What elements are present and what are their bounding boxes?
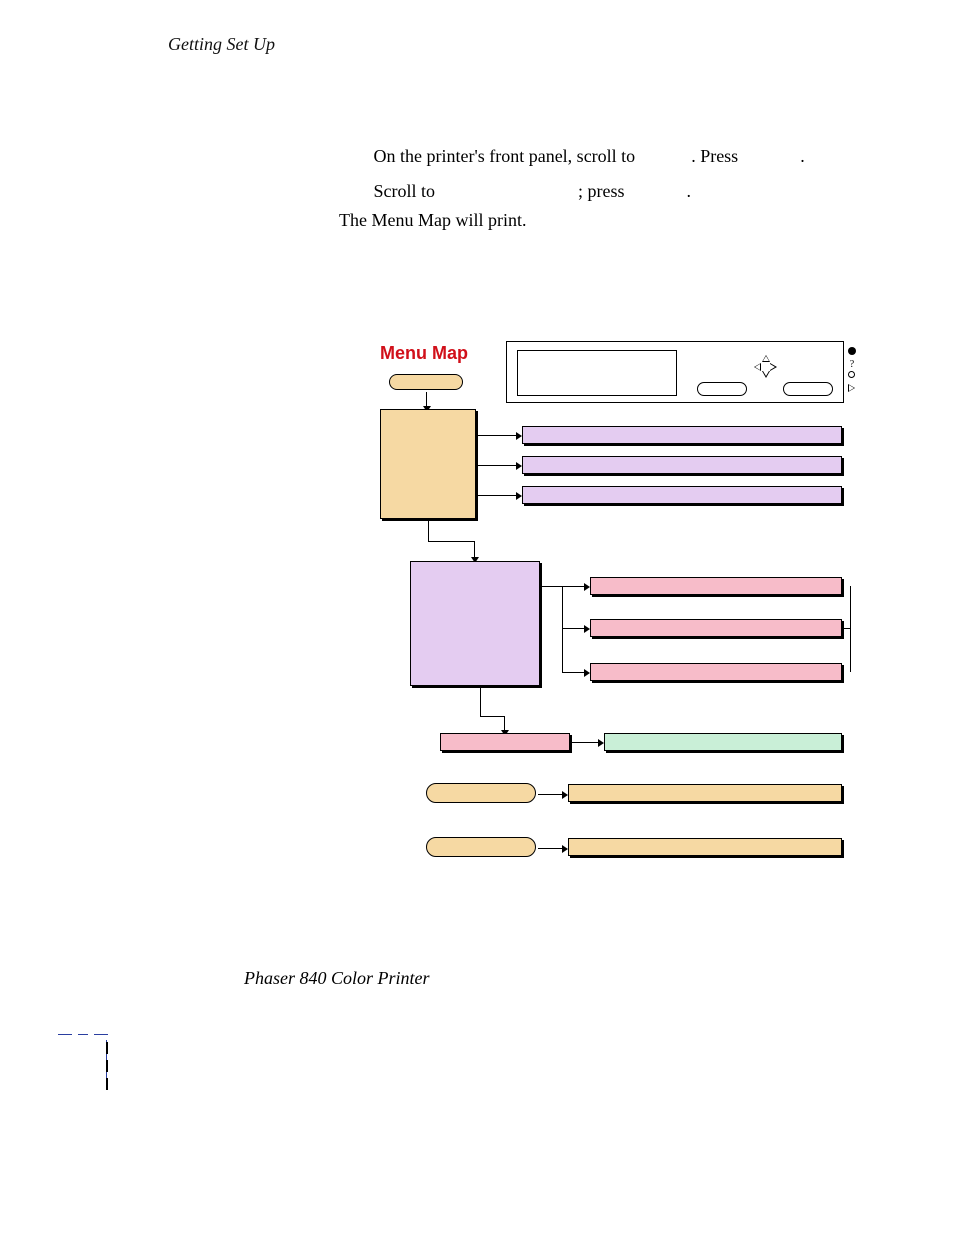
main-menu-box bbox=[380, 409, 476, 519]
action-pill bbox=[426, 837, 536, 857]
question-icon: ? bbox=[848, 361, 856, 369]
panel-button-right bbox=[783, 382, 833, 396]
diagram-title: Menu Map bbox=[380, 343, 468, 364]
step1-post: . bbox=[800, 146, 805, 166]
action-pill bbox=[426, 783, 536, 803]
dpad-icon bbox=[755, 356, 777, 378]
option-bar bbox=[590, 577, 842, 595]
action-bar bbox=[568, 784, 842, 802]
step2-print: Print Menu Map bbox=[440, 181, 574, 201]
running-head: Getting Set Up bbox=[168, 34, 275, 55]
lcd-screen bbox=[517, 350, 677, 396]
step1-pre: On the printer's front panel, scroll to bbox=[374, 146, 640, 166]
sub-menu-box bbox=[410, 561, 540, 686]
submenu-bar bbox=[522, 456, 842, 474]
step2-post: . bbox=[687, 181, 692, 201]
root-pill bbox=[389, 374, 463, 390]
instruction-list: 1. On the printer's front panel, scroll … bbox=[339, 142, 805, 212]
step-number: 2. bbox=[339, 177, 369, 206]
step-number: 1. bbox=[339, 142, 369, 171]
crop-marks-icon bbox=[58, 1034, 118, 1104]
section-title: Menu Map bbox=[339, 103, 447, 129]
dot-icon bbox=[848, 347, 856, 355]
step1-mid: . Press bbox=[691, 146, 743, 166]
step-2: 2. Scroll to Print Menu Map ; press Sele… bbox=[339, 177, 805, 206]
step2-mid: ; press bbox=[578, 181, 629, 201]
page-number: 22 bbox=[168, 970, 188, 991]
menu-map-diagram: Menu Map ? bbox=[380, 343, 845, 903]
option-bar bbox=[590, 619, 842, 637]
panel-button-left bbox=[697, 382, 747, 396]
value-bar bbox=[604, 733, 842, 751]
option-small-bar bbox=[440, 733, 570, 751]
step-1: 1. On the printer's front panel, scroll … bbox=[339, 142, 805, 171]
submenu-bar bbox=[522, 486, 842, 504]
play-icon bbox=[848, 384, 855, 392]
footer-doc-title: Phaser 840 Color Printer bbox=[244, 968, 430, 989]
step1-menu: Menu bbox=[640, 146, 687, 166]
panel-icons: ? bbox=[848, 347, 856, 392]
option-bar bbox=[590, 663, 842, 681]
step2-select: Select bbox=[629, 181, 682, 201]
circle-icon bbox=[848, 371, 855, 378]
action-bar bbox=[568, 838, 842, 856]
step1-select: Select bbox=[743, 146, 796, 166]
result-text: The Menu Map will print. bbox=[339, 210, 526, 231]
submenu-bar bbox=[522, 426, 842, 444]
front-panel: ? bbox=[506, 341, 844, 403]
step2-pre: Scroll to bbox=[374, 181, 440, 201]
